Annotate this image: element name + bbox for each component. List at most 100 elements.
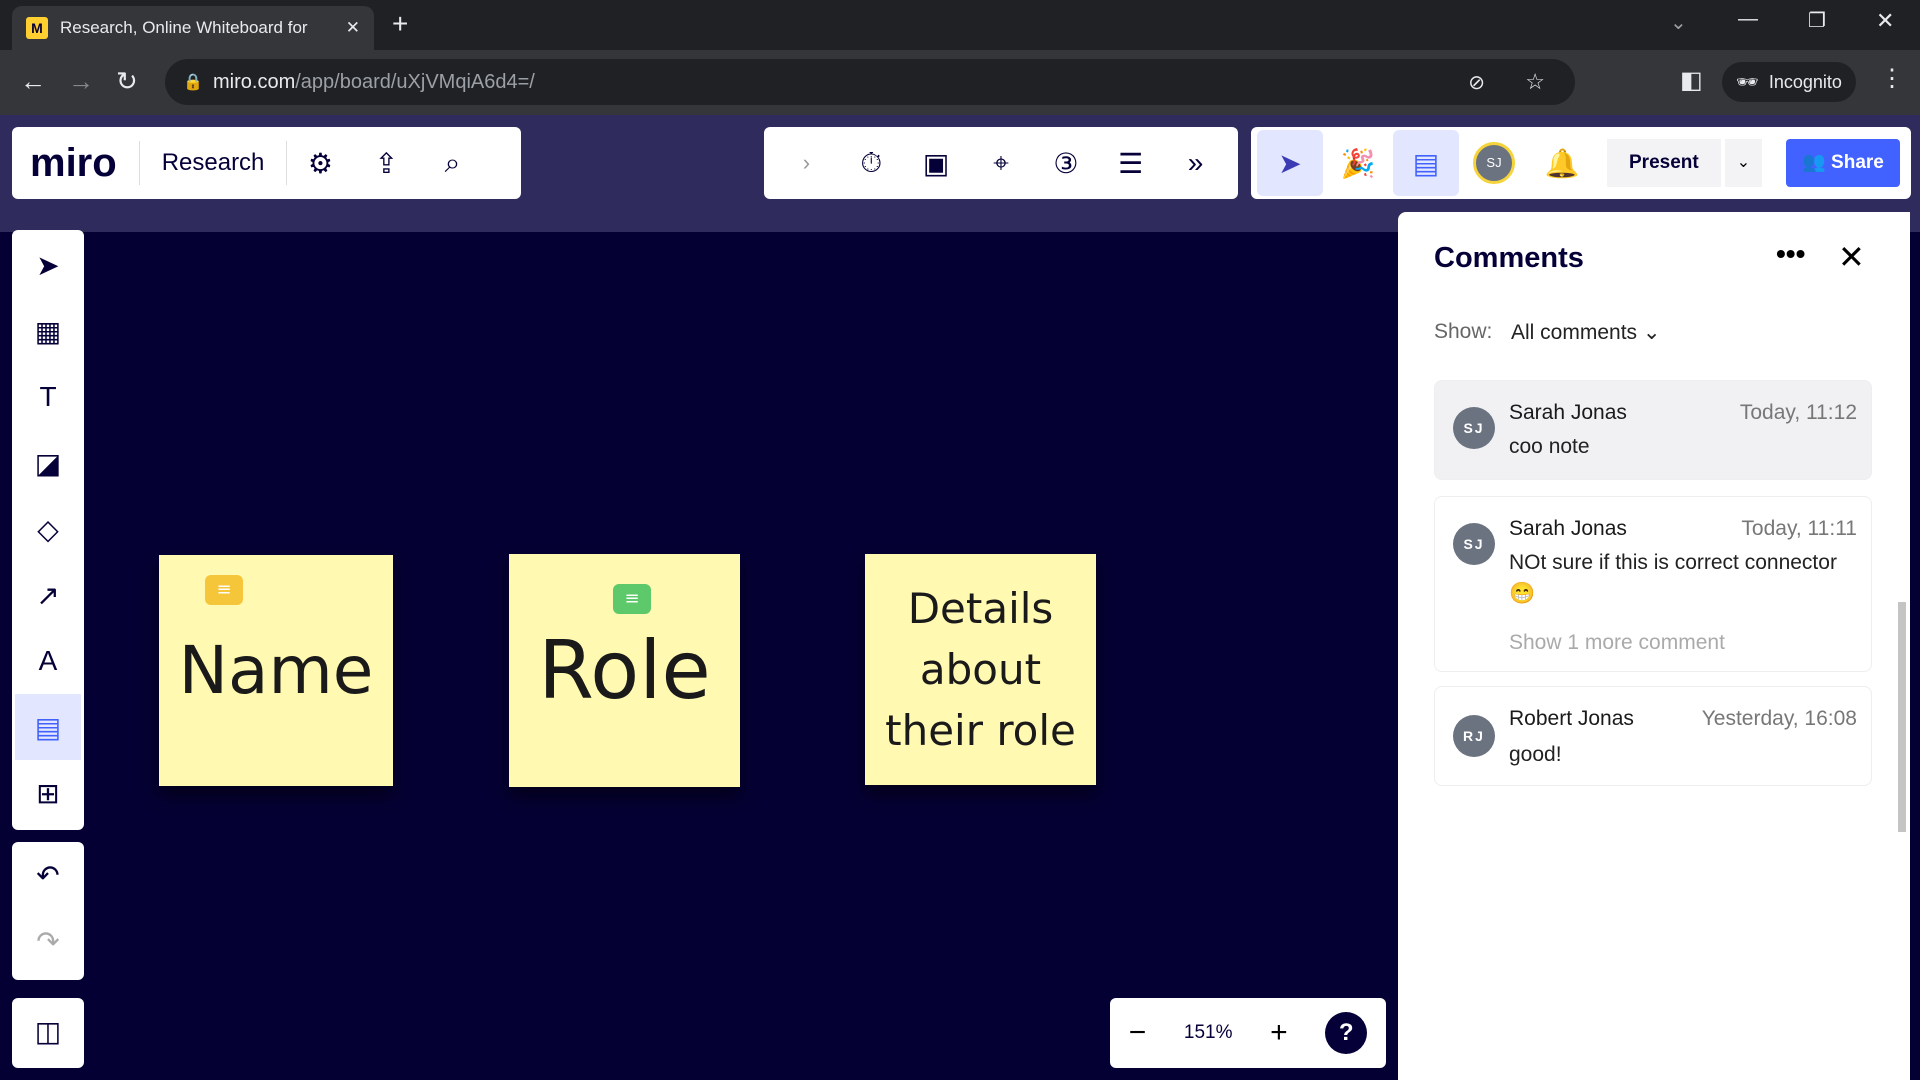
comment-item[interactable]: SJ Sarah Jonas Today, 11:12 coo note <box>1434 380 1872 480</box>
history-toolbar: ↶ ↷ <box>12 842 84 980</box>
browser-tab-bar: M Research, Online Whiteboard for ✕ + ⌄ … <box>0 0 1920 50</box>
video-icon[interactable]: ▣ <box>904 130 969 196</box>
tab-title: Research, Online Whiteboard for <box>60 18 308 37</box>
url-field[interactable]: 🔒 miro.com/app/board/uXjVMqiA6d4=/ ☆ ⊘ <box>165 59 1575 105</box>
sticky-note-role[interactable]: ≡ Role <box>509 554 740 787</box>
back-icon[interactable]: ← <box>20 66 46 97</box>
timer-icon[interactable]: ⏱ <box>839 130 904 196</box>
sticky-note-icon[interactable]: ◪ <box>15 430 81 496</box>
select-tool-icon[interactable]: ➤ <box>15 232 81 298</box>
comments-panel: Comments ••• ✕ Show: All comments ⌄ SJ S… <box>1398 212 1910 1080</box>
text-tool-icon[interactable]: T <box>15 364 81 430</box>
note-text: Details about their role <box>885 584 1076 755</box>
tab-search-icon[interactable]: ⌄ <box>1670 10 1687 35</box>
redo-icon[interactable]: ↷ <box>15 908 81 974</box>
export-icon[interactable]: ⇪ <box>353 130 419 196</box>
frames-panel-icon[interactable]: ◫ <box>15 998 81 1064</box>
show-more-link[interactable]: Show 1 more comment <box>1509 627 1859 658</box>
address-bar-row: ← → ↻ 🔒 miro.com/app/board/uXjVMqiA6d4=/… <box>0 50 1920 115</box>
notes-icon[interactable]: ☰ <box>1098 130 1163 196</box>
more-tools-icon[interactable]: » <box>1163 130 1228 196</box>
restore-icon[interactable]: ❐ <box>1808 8 1826 33</box>
zoom-controls: − 151% + ? <box>1110 998 1386 1068</box>
scrollbar[interactable] <box>1898 602 1906 832</box>
url-host: miro.com <box>213 70 296 93</box>
show-label: Show: <box>1434 320 1493 343</box>
forward-icon[interactable]: → <box>68 66 94 97</box>
notifications-icon[interactable]: 🔔 <box>1529 130 1595 196</box>
left-toolbar: ➤ ▦ T ◪ ◇ ↗ A ▤ ⊞ <box>12 230 84 830</box>
comments-icon[interactable]: ▤ <box>1393 130 1459 196</box>
search-icon[interactable]: ⌕ <box>419 130 485 196</box>
connector-icon[interactable]: ↗ <box>15 562 81 628</box>
focus-icon[interactable]: ⌖ <box>969 130 1034 196</box>
settings-icon[interactable]: ⚙ <box>287 130 353 196</box>
close-tab-icon[interactable]: ✕ <box>346 18 360 38</box>
user-toolbar: ➤ 🎉 ▤ SJ 🔔 Present ⌄ 👥 Share <box>1251 127 1911 199</box>
comment-author: Sarah Jonas <box>1509 517 1627 540</box>
lock-icon: 🔒 <box>183 74 203 91</box>
present-button[interactable]: Present <box>1607 139 1721 187</box>
shapes-icon[interactable]: ◇ <box>15 496 81 562</box>
frames-toolbar: ◫ <box>12 998 84 1068</box>
comment-tool-icon[interactable]: ▤ <box>15 694 81 760</box>
comment-badge-icon[interactable]: ≡ <box>205 575 243 605</box>
share-label: Share <box>1831 152 1884 173</box>
present-dropdown-icon[interactable]: ⌄ <box>1724 139 1763 187</box>
avatar: SJ <box>1453 523 1495 565</box>
incognito-icon: 🕶 <box>1736 71 1759 92</box>
sidepanel-icon[interactable]: ◧ <box>1680 66 1703 95</box>
zoom-in-icon[interactable]: + <box>1270 1016 1288 1050</box>
avatar: RJ <box>1453 715 1495 757</box>
reload-icon[interactable]: ↻ <box>116 66 138 97</box>
comment-author: Sarah Jonas <box>1509 401 1627 424</box>
comment-item[interactable]: RJ Robert Jonas Yesterday, 16:08 good! <box>1434 686 1872 786</box>
new-tab-icon[interactable]: + <box>392 8 408 40</box>
undo-icon[interactable]: ↶ <box>15 842 81 908</box>
sticky-note-details[interactable]: Details about their role <box>865 554 1096 785</box>
comments-title: Comments <box>1434 242 1584 274</box>
reactions-icon[interactable]: 🎉 <box>1325 130 1391 196</box>
comment-text: coo note <box>1509 435 1590 458</box>
url-path: /app/board/uXjVMqiA6d4=/ <box>295 70 535 93</box>
board-panel: miro Research ⚙ ⇪ ⌕ <box>12 127 521 199</box>
filter-dropdown[interactable]: All comments ⌄ <box>1511 320 1660 345</box>
more-options-icon[interactable]: ••• <box>1776 238 1805 270</box>
note-text: Name <box>178 632 374 709</box>
avatar: SJ <box>1453 407 1495 449</box>
minimize-icon[interactable]: — <box>1738 8 1758 31</box>
close-panel-icon[interactable]: ✕ <box>1838 238 1865 276</box>
templates-icon[interactable]: ▦ <box>15 298 81 364</box>
comment-item[interactable]: SJ Sarah Jonas Today, 11:11 NOt sure if … <box>1434 496 1872 672</box>
filter-value: All comments <box>1511 321 1638 344</box>
board-name[interactable]: Research <box>140 141 288 185</box>
share-button[interactable]: 👥 Share <box>1786 139 1900 187</box>
star-icon[interactable]: ☆ <box>1525 69 1545 95</box>
browser-menu-icon[interactable]: ⋮ <box>1880 64 1904 93</box>
expand-icon[interactable]: › <box>774 130 839 196</box>
miro-logo[interactable]: miro <box>30 141 140 185</box>
help-icon[interactable]: ? <box>1325 1012 1368 1054</box>
voting-icon[interactable]: ③ <box>1033 130 1098 196</box>
comment-time: Yesterday, 16:08 <box>1701 707 1857 730</box>
zoom-out-icon[interactable]: − <box>1129 1016 1147 1050</box>
close-window-icon[interactable]: ✕ <box>1876 8 1894 34</box>
users-icon: 👥 <box>1802 152 1832 173</box>
sticky-note-name[interactable]: ≡ Name <box>159 555 393 786</box>
incognito-profile[interactable]: 🕶 Incognito <box>1722 62 1856 102</box>
zoom-level[interactable]: 151% <box>1184 1022 1233 1044</box>
browser-tab[interactable]: M Research, Online Whiteboard for ✕ <box>12 6 374 50</box>
chevron-down-icon: ⌄ <box>1642 321 1661 344</box>
comment-author: Robert Jonas <box>1509 707 1634 730</box>
comment-time: Today, 11:11 <box>1741 517 1857 540</box>
more-apps-icon[interactable]: ⊞ <box>15 760 81 826</box>
eye-off-icon: ⊘ <box>1468 71 1485 94</box>
avatar[interactable]: SJ <box>1473 142 1515 184</box>
comment-text: NOt sure if this is correct connector 😁 <box>1509 551 1837 605</box>
pen-icon[interactable]: A <box>15 628 81 694</box>
miro-favicon-icon: M <box>26 17 48 39</box>
comment-time: Today, 11:12 <box>1739 401 1857 424</box>
cursor-icon[interactable]: ➤ <box>1257 130 1323 196</box>
comment-badge-icon[interactable]: ≡ <box>613 584 651 614</box>
collab-toolbar: › ⏱ ▣ ⌖ ③ ☰ » <box>764 127 1238 199</box>
